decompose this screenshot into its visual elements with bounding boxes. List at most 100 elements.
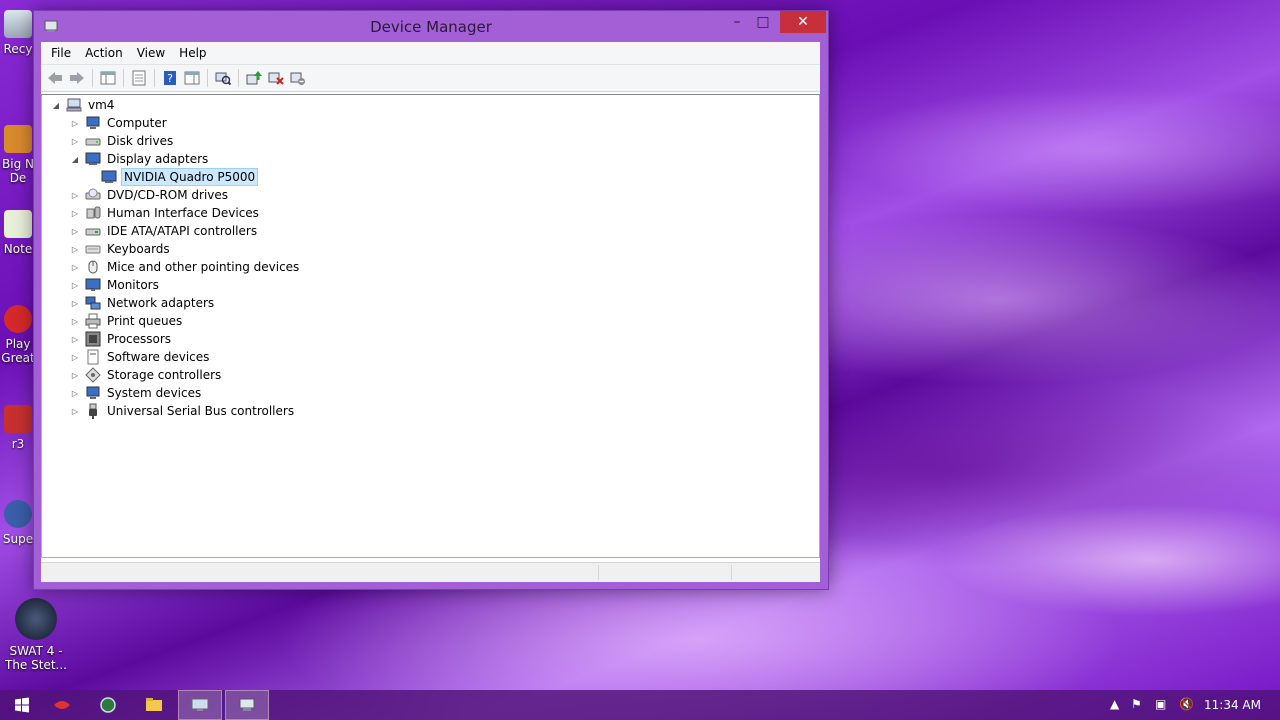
volume-muted-icon[interactable]: 🔇	[1179, 697, 1194, 711]
tree-node-ide-ata-atapi-controllers[interactable]: ▷ IDE ATA/ATAPI controllers	[69, 222, 259, 240]
menu-file[interactable]: File	[44, 43, 78, 63]
expand-arrow-icon[interactable]: ▷	[69, 333, 81, 345]
expand-arrow-icon[interactable]: ▷	[69, 315, 81, 327]
show-hide-console-tree-button[interactable]	[98, 68, 118, 88]
ide-controller-icon	[85, 228, 101, 236]
expand-arrow-icon[interactable]: ▷	[69, 261, 81, 273]
close-button[interactable]: ✕	[780, 11, 826, 33]
tree-node-usb-controllers[interactable]: ▷ Universal Serial Bus controllers	[69, 402, 296, 420]
tree-node-storage-controllers[interactable]: ▷ Storage controllers	[69, 366, 223, 384]
tree-node-nvidia-quadro-p5000[interactable]: NVIDIA Quadro P5000	[101, 168, 259, 186]
tree-node-label: Universal Serial Bus controllers	[107, 404, 295, 418]
expand-arrow-icon[interactable]: ▷	[69, 369, 81, 381]
network-icon[interactable]: ▣	[1155, 697, 1166, 711]
disable-device-button[interactable]	[288, 68, 308, 88]
taskbar-file-explorer[interactable]	[132, 690, 176, 720]
title-bar[interactable]: Device Manager – □ ✕	[34, 11, 828, 42]
tree-node-display-adapters[interactable]: ◢ Display adapters	[69, 150, 210, 168]
tree-node-label: Network adapters	[107, 296, 215, 310]
expand-arrow-icon[interactable]: ▷	[69, 387, 81, 399]
action-pane-button[interactable]	[182, 68, 202, 88]
taskbar-globe-app[interactable]	[86, 690, 130, 720]
uninstall-device-icon	[268, 72, 284, 85]
minimize-button[interactable]: –	[724, 11, 750, 33]
tree-node-dvd-cd-rom-drives[interactable]: ▷ DVD/CD-ROM drives	[69, 186, 230, 204]
maximize-button[interactable]: □	[750, 11, 776, 33]
expand-arrow-icon[interactable]: ▷	[69, 405, 81, 417]
menu-help[interactable]: Help	[172, 43, 213, 63]
desktop-icon-play-great[interactable]: Play Great	[0, 305, 36, 365]
expand-arrow-icon[interactable]: ▷	[69, 117, 81, 129]
taskbar-device-manager[interactable]	[225, 690, 269, 720]
desktop-icon-notepad[interactable]: Note	[0, 210, 36, 256]
tree-node-processors[interactable]: ▷ Processors	[69, 330, 173, 348]
tree-node-system-devices[interactable]: ▷ System devices	[69, 384, 203, 402]
tree-node-network-adapters[interactable]: ▷ Network adapters	[69, 294, 216, 312]
forward-button[interactable]	[67, 68, 87, 88]
expand-arrow-icon[interactable]: ▷	[69, 279, 81, 291]
scan-hardware-button[interactable]	[213, 68, 233, 88]
update-driver-icon	[246, 71, 262, 85]
start-button[interactable]	[0, 690, 44, 720]
processor-icon	[85, 331, 101, 347]
computer-root-icon	[66, 98, 82, 112]
expand-arrow-icon[interactable]: ▷	[69, 243, 81, 255]
tree-node-monitors[interactable]: ▷ Monitors	[69, 276, 161, 294]
computer-icon	[86, 116, 100, 129]
desktop-icon-label: Play Great	[1, 337, 35, 365]
tree-node-computer[interactable]: ▷ Computer	[69, 114, 169, 132]
expand-arrow-icon[interactable]: ▷	[69, 207, 81, 219]
desktop-icon-big-n[interactable]: Big N De	[0, 125, 36, 185]
menu-action[interactable]: Action	[78, 43, 130, 63]
status-segment	[731, 565, 732, 580]
clock[interactable]: 11:34 AM	[1204, 698, 1261, 712]
help-button[interactable]: ?	[160, 68, 180, 88]
expand-arrow-icon[interactable]: ▷	[69, 351, 81, 363]
tree-node-disk-drives[interactable]: ▷ Disk drives	[69, 132, 175, 150]
action-center-flag-icon[interactable]: ⚑	[1131, 697, 1142, 711]
properties-icon	[132, 70, 146, 86]
show-hidden-icons-icon[interactable]: ▲	[1110, 697, 1119, 711]
file-explorer-icon	[146, 698, 162, 711]
window-title: Device Manager	[370, 18, 492, 36]
toolbar-separator	[92, 69, 93, 87]
taskbar: ▲ ⚑ ▣ 🔇 11:34 AM	[0, 690, 1280, 720]
device-tree: ◢ vm4 ▷ Computer ▷ Disk drives ◢ Display…	[41, 94, 820, 558]
tree-node-keyboards[interactable]: ▷ Keyboards	[69, 240, 172, 258]
menu-view[interactable]: View	[130, 43, 172, 63]
desktop-icon-supe[interactable]: Supe	[0, 500, 36, 546]
taskbar-remote-app[interactable]	[178, 690, 222, 720]
toolbar-separator	[154, 69, 155, 87]
shortcut-icon	[4, 125, 32, 153]
tree-node-human-interface-devices[interactable]: ▷ Human Interface Devices	[69, 204, 261, 222]
desktop-icon-r3[interactable]: r3	[0, 405, 36, 451]
collapse-arrow-icon[interactable]: ◢	[69, 153, 81, 165]
tree-node-label: IDE ATA/ATAPI controllers	[107, 224, 258, 238]
tree-node-software-devices[interactable]: ▷ Software devices	[69, 348, 211, 366]
menu-bar: File Action View Help	[41, 42, 820, 65]
expand-arrow-icon[interactable]: ▷	[69, 297, 81, 309]
uninstall-device-button[interactable]	[266, 68, 286, 88]
shortcut-icon	[4, 405, 32, 433]
properties-button[interactable]	[129, 68, 149, 88]
taskbar-game-app[interactable]	[40, 690, 84, 720]
update-driver-button[interactable]	[244, 68, 264, 88]
collapse-arrow-icon[interactable]: ◢	[50, 99, 62, 111]
toolbar: ?	[41, 65, 820, 92]
expand-arrow-icon[interactable]: ▷	[69, 225, 81, 237]
tree-root[interactable]: ◢ vm4	[50, 96, 116, 114]
toolbar-separator	[238, 69, 239, 87]
desktop-icon-swat4[interactable]: SWAT 4 - The Stet...	[0, 598, 72, 672]
desktop-icon-recycle-bin[interactable]: Recy	[0, 10, 36, 56]
expand-arrow-icon[interactable]: ▷	[69, 189, 81, 201]
tree-node-print-queues[interactable]: ▷ Print queues	[69, 312, 184, 330]
forward-icon	[70, 72, 84, 84]
window-client-area: File Action View Help ? ◢ vm4 ▷ Computer…	[41, 42, 820, 582]
tree-node-label: Keyboards	[107, 242, 170, 256]
tree-node-mice[interactable]: ▷ Mice and other pointing devices	[69, 258, 301, 276]
back-button[interactable]	[45, 68, 65, 88]
expand-arrow-icon[interactable]: ▷	[69, 135, 81, 147]
display-adapter-icon	[85, 152, 101, 165]
desktop-icon-label: Note	[3, 242, 33, 256]
tree-node-label: Computer	[107, 116, 167, 130]
